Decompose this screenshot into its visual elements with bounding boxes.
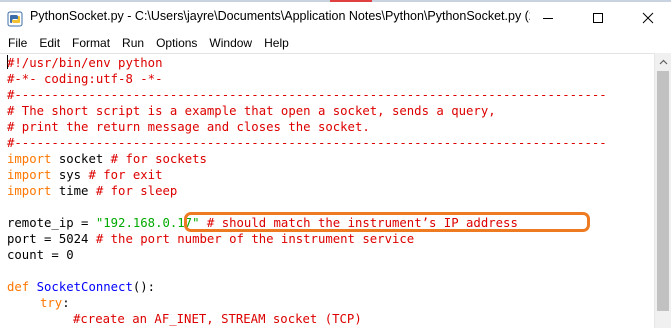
menu-file[interactable]: File	[0, 33, 33, 53]
chevron-up-icon	[659, 59, 668, 64]
menu-format[interactable]: Format	[66, 33, 116, 53]
close-icon	[642, 12, 654, 24]
menu-edit[interactable]: Edit	[33, 33, 66, 53]
code-editor[interactable]: #!/usr/bin/env python #-*- coding:utf-8 …	[0, 53, 654, 329]
minimize-icon	[543, 18, 553, 19]
code-line-3: #---------------------------------------…	[7, 88, 607, 102]
menu-help[interactable]: Help	[258, 33, 295, 53]
vertical-scrollbar[interactable]	[654, 53, 671, 328]
code-line-2: #-*- coding:utf-8 -*-	[7, 72, 163, 86]
code-line-8: import sys # for exit	[7, 168, 163, 182]
title-bar[interactable]: PythonSocket.py - C:\Users\jayre\Documen…	[0, 2, 671, 33]
menu-window[interactable]: Window	[203, 33, 258, 53]
code-line-12: count = 0	[7, 248, 74, 262]
code-line-4: # The short script is a example that ope…	[7, 104, 496, 118]
maximize-icon	[593, 13, 603, 23]
code-line-16: #create an AF_INET, STREAM socket (TCP)	[73, 312, 362, 326]
scroll-thumb[interactable]	[657, 71, 669, 311]
python-idle-icon	[7, 11, 23, 27]
window-title: PythonSocket.py - C:\Users\jayre\Documen…	[30, 9, 530, 23]
code-line-9: import time # for sleep	[7, 184, 178, 198]
menu-bar: File Edit Format Run Options Window Help	[0, 33, 671, 53]
scroll-up-button[interactable]	[655, 53, 671, 70]
code-line-15: try:	[40, 296, 70, 310]
menu-run[interactable]: Run	[116, 33, 150, 53]
code-line-7: import socket # for sockets	[7, 152, 207, 166]
code-line-1: #!/usr/bin/env python	[7, 55, 163, 70]
code-line-11: port = 5024 # the port number of the ins…	[7, 232, 415, 246]
code-line-14: def SocketConnect():	[7, 280, 156, 294]
code-line-5: # print the return message and closes th…	[7, 120, 370, 134]
code-line-6: #---------------------------------------…	[7, 136, 607, 150]
minimize-button[interactable]	[525, 4, 571, 32]
maximize-button[interactable]	[575, 4, 621, 32]
ip-address-highlight	[184, 212, 590, 232]
close-button[interactable]	[625, 4, 671, 32]
menu-options[interactable]: Options	[150, 33, 203, 53]
